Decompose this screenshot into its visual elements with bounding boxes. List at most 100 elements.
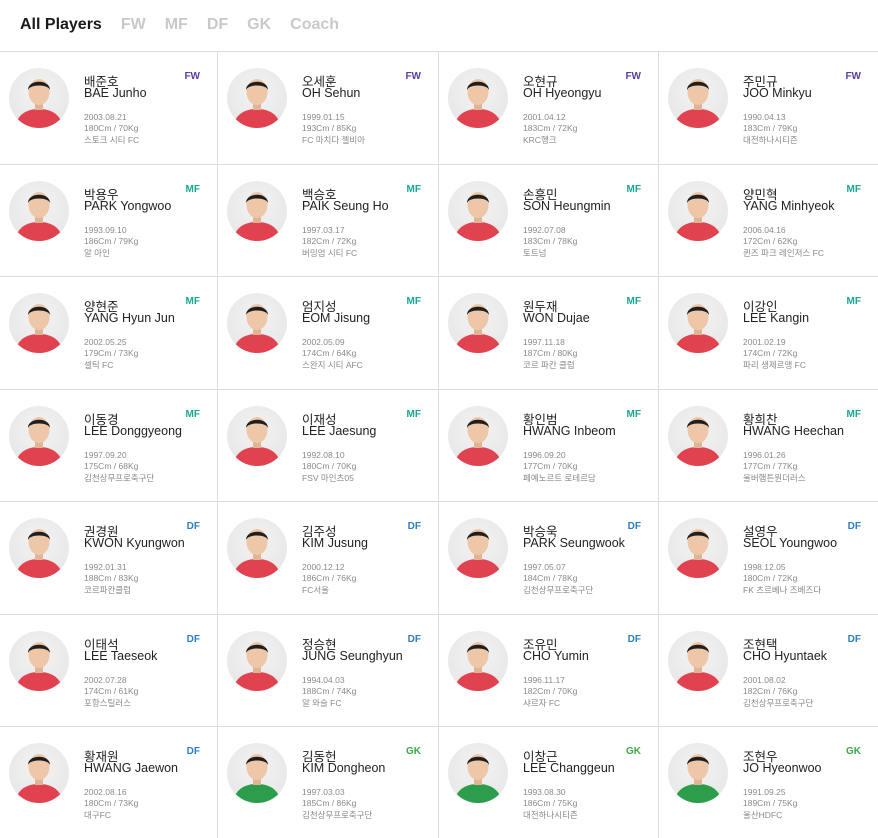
player-birthdate: 1992.07.08: [523, 224, 566, 235]
player-card[interactable]: 박용우 PARK Yongwoo MF 1993.09.10 186Cm / 79Kg 알…: [0, 164, 218, 277]
player-card[interactable]: 백승호 PAIK Seung Ho MF 1997.03.17 182Cm / 72Kg…: [218, 164, 439, 277]
player-birthdate: 1999.01.15: [302, 112, 345, 122]
player-card[interactable]: 배준호 BAE Junho FW 2003.08.21 180Cm / 70Kg 스토크 …: [0, 52, 218, 165]
jersey-shape: [454, 784, 502, 803]
tab-df[interactable]: DF: [207, 16, 228, 34]
player-card[interactable]: 양현준 YANG Hyun Jun MF 2002.05.25 179Cm / 73Kg…: [0, 277, 218, 390]
position-badge: DF: [186, 521, 200, 532]
player-card[interactable]: 이강인 LEE Kangin MF 2001.02.19 174Cm / 72Kg 파리 …: [659, 277, 878, 390]
player-birthdate: 2002.05.25: [84, 337, 127, 347]
player-english-name: SEOL Youngwoo: [743, 536, 838, 550]
player-photo: [668, 68, 728, 128]
position-badge: DF: [847, 633, 861, 645]
jersey-shape: [454, 221, 502, 241]
tab-gk[interactable]: GK: [247, 16, 271, 34]
player-silhouette-icon: [233, 304, 281, 353]
player-club: 알 아인: [84, 247, 110, 258]
player-club: 코르파칸클럽: [84, 585, 131, 595]
player-card[interactable]: 김주성 KIM Jusung DF 2000.12.12 186Cm / 76Kg FC서…: [218, 502, 439, 615]
position-badge: DF: [186, 746, 200, 757]
player-card[interactable]: 조유민 CHO Yumin DF 1996.11.17 182Cm / 70Kg 샤르자 …: [439, 614, 659, 727]
player-card[interactable]: 이태석 LEE Taeseok DF 2002.07.28 174Cm / 61Kg 포항…: [0, 614, 218, 727]
tab-coach[interactable]: Coach: [290, 16, 339, 34]
player-birthdate: 2006.04.16: [743, 224, 786, 235]
player-birthdate: 1998.12.05: [743, 562, 786, 572]
player-birthdate: 1991.09.25: [743, 787, 786, 797]
tab-mf[interactable]: MF: [165, 16, 188, 34]
player-height-weight: 188Cm / 74Kg: [302, 685, 357, 696]
player-photo: [227, 743, 287, 803]
player-height-weight: 180Cm / 73Kg: [84, 798, 139, 808]
position-badge: MF: [626, 408, 641, 420]
player-card[interactable]: 김동헌 KIM Dongheon GK 1997.03.03 185Cm / 86Kg 김…: [218, 727, 439, 838]
player-photo: [668, 630, 728, 691]
player-card[interactable]: 권경원 KWON Kyungwon DF 1992.01.31 188Cm / 83Kg…: [0, 502, 218, 615]
player-birthdate: 1994.04.03: [302, 674, 345, 685]
player-club: FC서울: [302, 585, 329, 595]
player-card[interactable]: 주민규 JOO Minkyu FW 1990.04.13 183Cm / 79Kg 대전하…: [659, 52, 878, 165]
player-card[interactable]: 박승욱 PARK Seungwook DF 1997.05.07 184Cm / 78K…: [439, 502, 659, 615]
player-card[interactable]: 이재성 LEE Jaesung MF 1992.08.10 180Cm / 70Kg FS…: [218, 389, 439, 502]
jersey-shape: [454, 446, 502, 466]
tab-all-players[interactable]: All Players: [20, 16, 102, 34]
player-photo: [448, 293, 508, 353]
jersey-shape: [454, 559, 502, 578]
jersey-shape: [233, 671, 281, 691]
player-english-name: PARK Seungwook: [523, 536, 625, 550]
player-card[interactable]: 황인범 HWANG Inbeom MF 1996.09.20 177Cm / 70Kg 페…: [439, 389, 659, 502]
player-height-weight: 182Cm / 72Kg: [302, 235, 357, 246]
position-badge: FW: [184, 71, 200, 82]
player-photo: [227, 518, 287, 578]
player-silhouette-icon: [454, 191, 502, 241]
player-card[interactable]: 이창근 LEE Changgeun GK 1993.08.30 186Cm / 75Kg…: [439, 727, 659, 838]
player-photo: [9, 405, 69, 466]
player-english-name: EOM Jisung: [302, 311, 371, 325]
player-card[interactable]: 손흥민 SON Heungmin MF 1992.07.08 183Cm / 78Kg 토…: [439, 164, 659, 277]
player-club: 김천상무프로축구단: [523, 585, 594, 595]
player-club: 스완지 시티 AFC: [302, 360, 363, 370]
player-club: 울산HDFC: [743, 810, 783, 820]
player-club: 포항스틸러스: [84, 697, 131, 708]
player-english-name: KIM Dongheon: [302, 761, 386, 775]
player-birthdate: 2002.08.16: [84, 787, 127, 797]
player-club: 파리 생제르맹 FC: [743, 360, 806, 370]
position-badge: MF: [406, 408, 421, 420]
player-photo: [9, 293, 69, 353]
player-card[interactable]: 조현택 CHO Hyuntaek DF 2001.08.02 182Cm / 76Kg 김…: [659, 615, 878, 727]
player-height-weight: 189Cm / 75Kg: [743, 798, 798, 808]
player-card[interactable]: 황희찬 HWANG Heechan MF 1996.01.26 177Cm / 77Kg…: [659, 390, 878, 502]
player-birthdate: 1992.08.10: [302, 449, 345, 460]
player-card[interactable]: 오현규 OH Hyeongyu FW 2001.04.12 183Cm / 72Kg KR…: [439, 52, 659, 165]
player-photo: [9, 68, 69, 128]
player-card[interactable]: 이동경 LEE Donggyeong MF 1997.09.20 175Cm / 68K…: [0, 389, 218, 502]
player-photo: [668, 293, 728, 353]
player-photo: [9, 630, 69, 691]
player-card[interactable]: 오세훈 OH Sehun FW 1999.01.15 193Cm / 85Kg FC 마치…: [218, 52, 439, 165]
player-silhouette-icon: [15, 529, 63, 578]
player-card[interactable]: 설영우 SEOL Youngwoo DF 1998.12.05 180Cm / 72Kg…: [659, 502, 878, 615]
tab-fw[interactable]: FW: [121, 16, 146, 34]
player-club: 김천상무프로축구단: [84, 472, 155, 483]
jersey-shape: [674, 109, 722, 128]
player-card[interactable]: 정승현 JUNG Seunghyun DF 1994.04.03 188Cm / 74K…: [218, 614, 439, 727]
player-club: 대구FC: [84, 810, 111, 820]
player-silhouette-icon: [15, 79, 63, 128]
player-birthdate: 1996.09.20: [523, 449, 566, 460]
player-card[interactable]: 양민혁 YANG Minhyeok MF 2006.04.16 172Cm / 62Kg…: [659, 165, 878, 277]
player-card[interactable]: 황재원 HWANG Jaewon DF 2002.08.16 180Cm / 73Kg 대…: [0, 727, 218, 838]
jersey-shape: [15, 446, 63, 466]
player-english-name: LEE Changgeun: [523, 761, 615, 775]
player-card[interactable]: 원두재 WON Dujae MF 1997.11.18 187Cm / 80Kg 코르 파…: [439, 277, 659, 390]
position-badge: MF: [846, 183, 861, 195]
player-card[interactable]: 조현우 JO Hyeonwoo GK 1991.09.25 189Cm / 75Kg 울산…: [659, 727, 878, 838]
player-birthdate: 2001.08.02: [743, 674, 786, 685]
player-grid: 배준호 BAE Junho FW 2003.08.21 180Cm / 70Kg 스토크 …: [0, 51, 878, 838]
position-badge: MF: [626, 296, 641, 307]
player-silhouette-icon: [233, 754, 281, 803]
player-photo: [227, 293, 287, 353]
player-english-name: KWON Kyungwon: [84, 536, 185, 550]
player-club: 스토크 시티 FC: [84, 135, 140, 145]
player-photo: [9, 743, 69, 803]
player-silhouette-icon: [15, 304, 63, 353]
player-card[interactable]: 엄지성 EOM Jisung MF 2002.05.09 174Cm / 64Kg 스완지…: [218, 277, 439, 390]
